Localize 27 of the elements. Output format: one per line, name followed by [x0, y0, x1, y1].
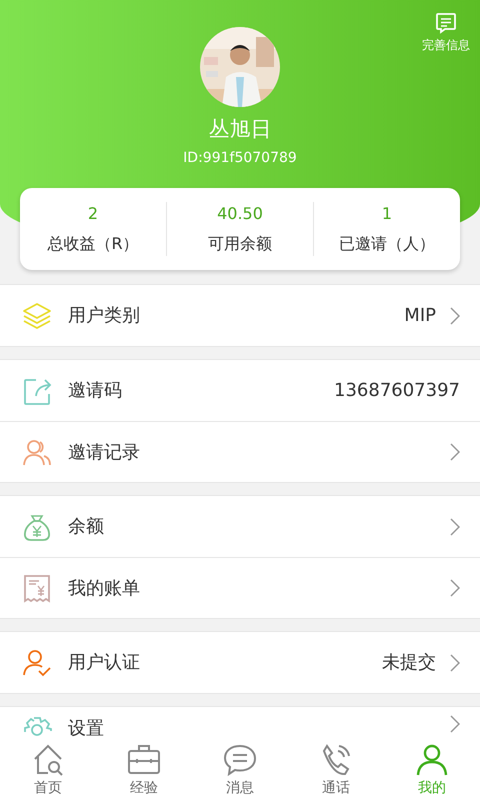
users-icon: [22, 437, 52, 467]
stat-value: 2: [88, 203, 98, 225]
menu-row[interactable]: 用户认证 未提交: [0, 632, 480, 693]
tab[interactable]: 消息: [192, 740, 288, 800]
menu-row[interactable]: 设置: [0, 707, 480, 743]
tab[interactable]: 经验: [96, 740, 192, 800]
menu-row[interactable]: 邀请码 13687607397: [0, 360, 480, 421]
user-check-icon: [22, 648, 52, 678]
chat-icon: [223, 743, 257, 777]
stat-label: 可用余额: [208, 233, 272, 255]
user-id: ID:991f5070789: [183, 149, 297, 168]
stat-value: 1: [382, 203, 392, 225]
tab[interactable]: 通话: [288, 740, 384, 800]
user-name: 丛旭日: [208, 117, 272, 142]
stat-value: 40.50: [217, 203, 263, 225]
stat-label: 总收益（R）: [47, 233, 139, 255]
layers-icon: [22, 300, 52, 330]
briefcase-icon: [127, 743, 161, 777]
stat-label: 已邀请（人）: [339, 233, 435, 255]
menu-row[interactable]: 我的账单: [0, 557, 480, 618]
user-icon: [415, 743, 449, 777]
menu-row[interactable]: 余额: [0, 496, 480, 557]
tab[interactable]: 首页: [0, 740, 96, 800]
message-icon: [435, 12, 457, 34]
menu-row[interactable]: 邀请记录: [0, 421, 480, 482]
menu-row[interactable]: 用户类别 MIP: [0, 285, 480, 346]
bill-icon: [22, 573, 52, 603]
